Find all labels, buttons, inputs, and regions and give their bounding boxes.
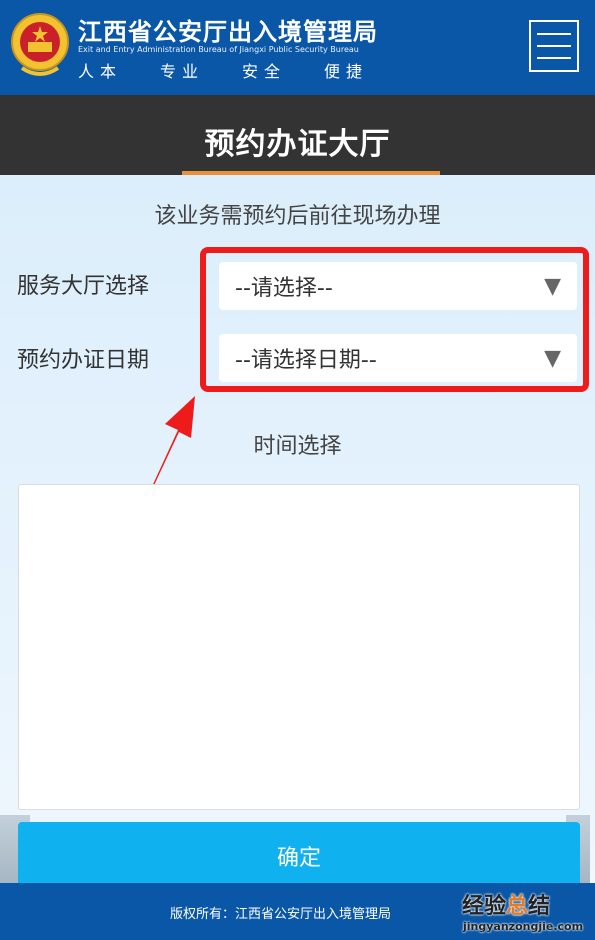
menu-line [537, 57, 571, 59]
site-header: 江西省公安厅出入境管理局 Exit and Entry Administrati… [0, 0, 595, 95]
hamburger-menu-icon[interactable] [529, 20, 579, 72]
watermark-logo: 经验总结 [462, 888, 550, 920]
motto-item: 专业 [159, 62, 204, 81]
org-name-en: Exit and Entry Administration Bureau of … [78, 45, 359, 54]
org-name: 江西省公安厅出入境管理局 [78, 18, 378, 46]
menu-line [537, 45, 571, 47]
copyright-text: 版权所有：江西省公安厅出入境管理局 [170, 907, 392, 922]
motto-item: 便捷 [323, 62, 368, 81]
confirm-button[interactable]: 确定 [18, 822, 580, 890]
police-emblem-icon [11, 13, 69, 76]
watermark-text: 结 [528, 894, 551, 919]
time-select-label: 时间选择 [253, 434, 342, 459]
annotation-highlight-box [200, 247, 589, 392]
watermark-text-highlight: 总 [506, 894, 529, 919]
motto: 人本 专业 安全 便捷 [78, 58, 368, 82]
hall-label: 服务大厅选择 [17, 274, 150, 299]
date-label: 预约办证日期 [17, 348, 150, 373]
time-slot-panel[interactable] [18, 484, 580, 810]
watermark-text: 经验 [462, 894, 507, 919]
page-title: 预约办证大厅 [204, 127, 391, 162]
menu-line [537, 33, 571, 35]
notice-text: 该业务需预约后前往现场办理 [154, 204, 441, 229]
watermark-url: jingyanzongjie.com [463, 920, 584, 933]
motto-item: 人本 [78, 62, 123, 81]
motto-item: 安全 [241, 62, 286, 81]
